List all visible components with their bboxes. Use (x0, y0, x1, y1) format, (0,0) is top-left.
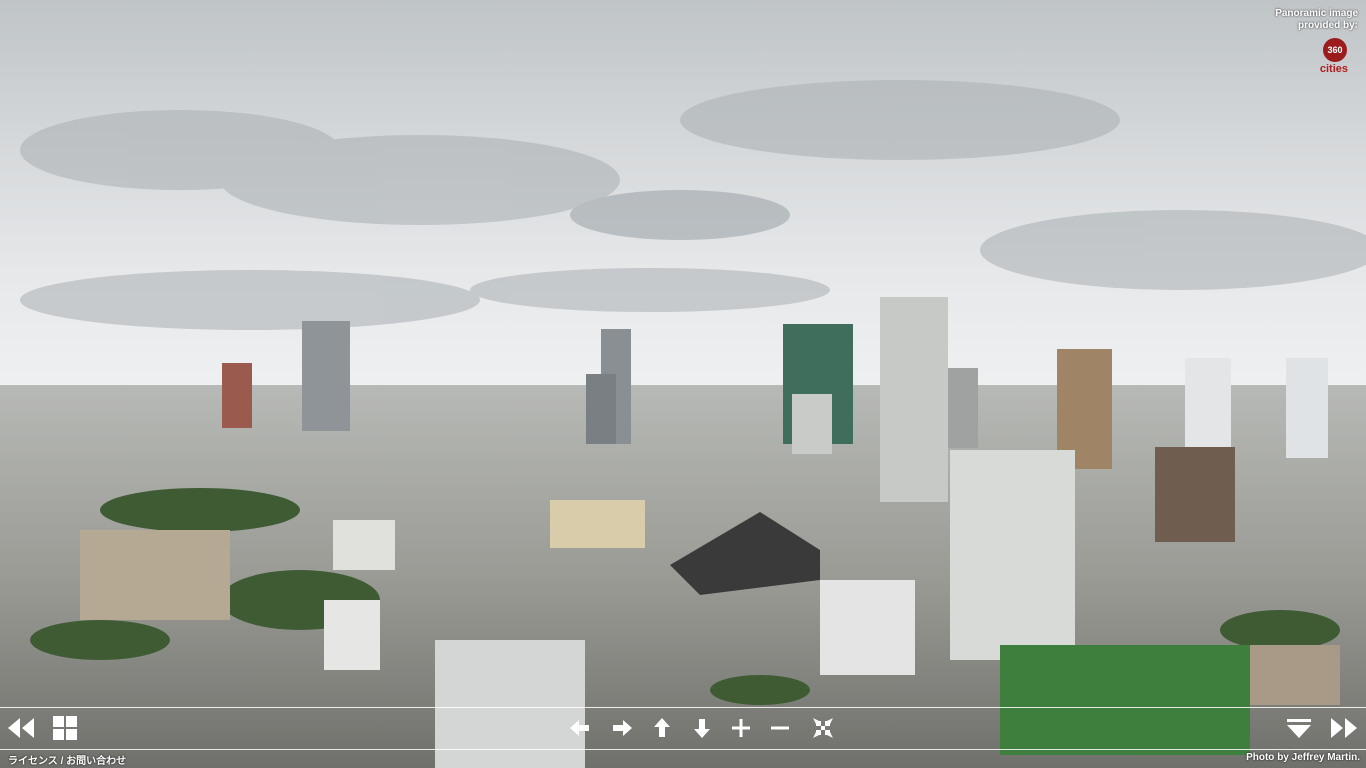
control-bar-bottom-line (0, 749, 1366, 750)
previous-button[interactable] (4, 712, 38, 744)
pan-left-button[interactable] (566, 712, 594, 744)
minus-icon (771, 726, 789, 730)
menu-toggle-button[interactable] (1284, 712, 1314, 744)
next-button[interactable] (1326, 712, 1362, 744)
pan-down-button[interactable] (688, 712, 716, 744)
logo-360-badge[interactable]: 360 (1323, 38, 1347, 62)
credit-line-1: Panoramic image (1275, 8, 1358, 19)
control-bar-top-line (0, 707, 1366, 708)
credit-line-2: provided by: (1297, 20, 1358, 31)
arrow-right-icon (613, 720, 632, 736)
arrow-left-icon (570, 720, 589, 736)
fullscreen-button[interactable] (808, 712, 838, 744)
logo-360-word[interactable]: cities (1320, 63, 1348, 75)
plus-icon (732, 719, 750, 737)
credit-block: Panoramic image provided by: (1248, 8, 1358, 32)
triangle-down-icon (1287, 719, 1311, 738)
grid-view-button[interactable] (50, 712, 80, 744)
panorama-photo[interactable] (0, 0, 1366, 768)
license-contact-link[interactable]: ライセンス / お問い合わせ (8, 752, 126, 767)
rewind-icon (8, 718, 34, 738)
zoom-in-button[interactable] (727, 712, 755, 744)
grid-icon (53, 716, 77, 740)
zoom-out-button[interactable] (766, 712, 794, 744)
photo-credit: Photo by Jeffrey Martin. (1246, 752, 1360, 763)
fast-forward-icon (1331, 718, 1357, 738)
pan-right-button[interactable] (608, 712, 636, 744)
arrow-up-icon (654, 718, 670, 737)
pan-up-button[interactable] (648, 712, 676, 744)
shrink-icon (813, 718, 833, 738)
arrow-down-icon (694, 719, 710, 738)
